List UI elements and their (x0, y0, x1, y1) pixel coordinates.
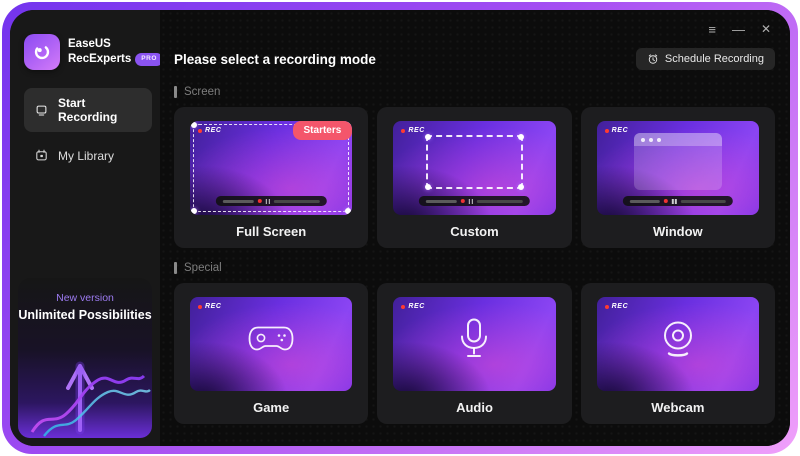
card-label: Window (597, 224, 759, 239)
rec-label: REC (408, 127, 425, 134)
promo-eyebrow: New version (18, 292, 152, 304)
section-bar (174, 262, 177, 274)
custom-region-dashed (426, 135, 523, 189)
sidebar-item-label: My Library (58, 149, 114, 163)
recording-toolbar-mock (623, 196, 733, 206)
starters-badge: Starters (293, 121, 353, 140)
selection-handle (191, 122, 197, 128)
rec-label: REC (205, 127, 222, 134)
window-mock-shape (634, 133, 722, 189)
app-logo-icon (24, 34, 60, 70)
card-label: Audio (393, 400, 555, 415)
section-special: Special (174, 262, 775, 274)
window-mock-titlebar (634, 133, 722, 146)
mode-card-window[interactable]: REC Window (581, 107, 775, 248)
window-thumbnail: REC (597, 121, 759, 215)
webcam-icon (656, 317, 700, 366)
schedule-recording-button[interactable]: Schedule Recording (636, 48, 775, 70)
sidebar-item-label: Start Recording (58, 96, 142, 124)
app-window: EaseUS RecExperts PRO Start Recording (10, 10, 790, 446)
sidebar: EaseUS RecExperts PRO Start Recording (10, 10, 160, 446)
rec-indicator: REC (605, 127, 629, 134)
rec-indicator: REC (401, 303, 425, 310)
page-title: Please select a recording mode (174, 52, 376, 67)
rec-dot-icon (605, 305, 609, 309)
minimize-icon[interactable]: — (732, 23, 745, 36)
close-icon[interactable]: ✕ (761, 23, 771, 35)
game-thumbnail: REC (190, 297, 352, 391)
card-label: Custom (393, 224, 555, 239)
rec-dot-icon (401, 129, 405, 133)
rec-indicator: REC (605, 303, 629, 310)
sidebar-item-start-recording[interactable]: Start Recording (24, 88, 152, 132)
mode-card-game[interactable]: REC Game (174, 283, 368, 424)
main-content: ≡ — ✕ Please select a recording mode Sch… (160, 10, 790, 446)
growth-arrow-graphic (18, 330, 152, 438)
card-label: Game (190, 400, 352, 415)
library-icon (34, 148, 49, 163)
selection-handle (191, 208, 197, 214)
rec-indicator: REC (198, 303, 222, 310)
screen-cards: REC Starters (174, 107, 775, 248)
section-screen-label: Screen (184, 86, 220, 98)
brand-name: EaseUS RecExperts PRO (68, 37, 163, 67)
section-bar (174, 86, 177, 98)
custom-thumbnail: REC (393, 121, 555, 215)
special-cards: REC Game (174, 283, 775, 424)
rec-label: REC (612, 127, 629, 134)
alarm-clock-icon (647, 53, 659, 65)
rec-label: REC (205, 303, 222, 310)
mode-card-audio[interactable]: REC Audio (377, 283, 571, 424)
selection-handle (518, 134, 524, 140)
microphone-icon (457, 317, 491, 366)
schedule-recording-label: Schedule Recording (665, 53, 764, 65)
record-screen-icon (34, 103, 49, 118)
mode-card-webcam[interactable]: REC Webcam (581, 283, 775, 424)
rec-dot-icon (605, 129, 609, 133)
selection-handle (425, 184, 431, 190)
rec-dot-icon (401, 305, 405, 309)
brand-line2: RecExperts (68, 52, 131, 67)
recording-toolbar-mock (216, 196, 326, 206)
selection-handle (345, 208, 351, 214)
section-screen: Screen (174, 86, 775, 98)
rec-label: REC (612, 303, 629, 310)
rec-dot-icon (198, 305, 202, 309)
header-row: Please select a recording mode Schedule … (174, 46, 775, 72)
selection-handle (518, 184, 524, 190)
audio-thumbnail: REC (393, 297, 555, 391)
rec-dot-icon (198, 129, 202, 133)
section-special-label: Special (184, 262, 222, 274)
rec-indicator: REC (401, 127, 425, 134)
rec-indicator: REC (198, 127, 222, 134)
card-label: Full Screen (190, 224, 352, 239)
mode-card-full-screen[interactable]: REC Starters (174, 107, 368, 248)
app-root: EaseUS RecExperts PRO Start Recording (0, 0, 800, 456)
full-screen-thumbnail: REC Starters (190, 121, 352, 215)
pro-badge: PRO (135, 53, 163, 65)
mode-card-custom[interactable]: REC Custom (377, 107, 571, 248)
webcam-thumbnail: REC (597, 297, 759, 391)
titlebar: ≡ — ✕ (168, 18, 775, 40)
gamepad-icon (248, 322, 294, 361)
promo-title: Unlimited Possibilities (18, 308, 152, 322)
promo-card[interactable]: New version Unlimited Possibilities (18, 278, 152, 438)
selection-handle (425, 134, 431, 140)
brand: EaseUS RecExperts PRO (24, 34, 152, 70)
card-label: Webcam (597, 400, 759, 415)
menu-icon[interactable]: ≡ (708, 23, 716, 36)
rec-label: REC (408, 303, 425, 310)
recording-toolbar-mock (419, 196, 529, 206)
sidebar-item-my-library[interactable]: My Library (24, 140, 152, 171)
brand-line1: EaseUS (68, 37, 163, 52)
